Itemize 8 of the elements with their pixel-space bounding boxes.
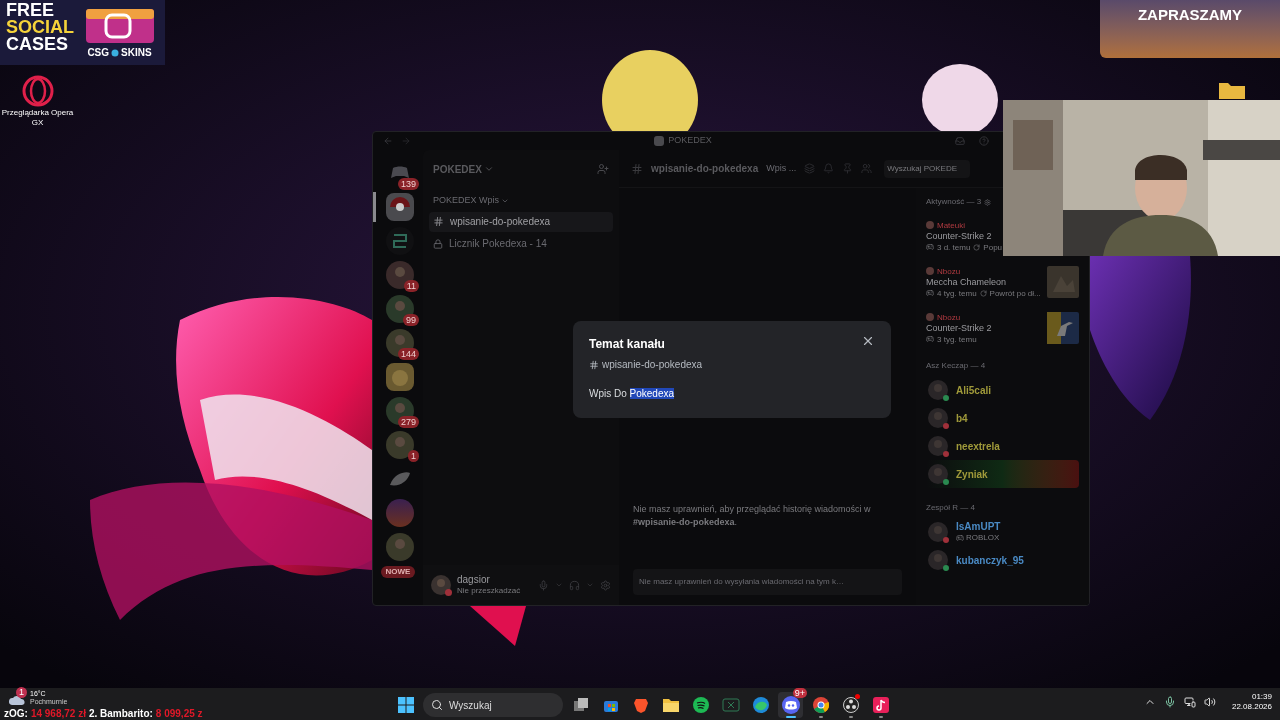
clock[interactable]: 01:39 22.08.2026: [1231, 692, 1272, 712]
search-field[interactable]: Wyszukaj: [423, 693, 563, 717]
ticker-label: 2. Bambarito:: [88, 708, 153, 720]
notification-badge: 1: [16, 687, 27, 698]
unread-badge: 9+: [792, 688, 807, 698]
ticker-label: zOG:: [4, 708, 28, 720]
ticker-amount: 14 968,72 zł: [30, 708, 86, 720]
ticker-amount: 8 099,25 z: [155, 708, 203, 720]
